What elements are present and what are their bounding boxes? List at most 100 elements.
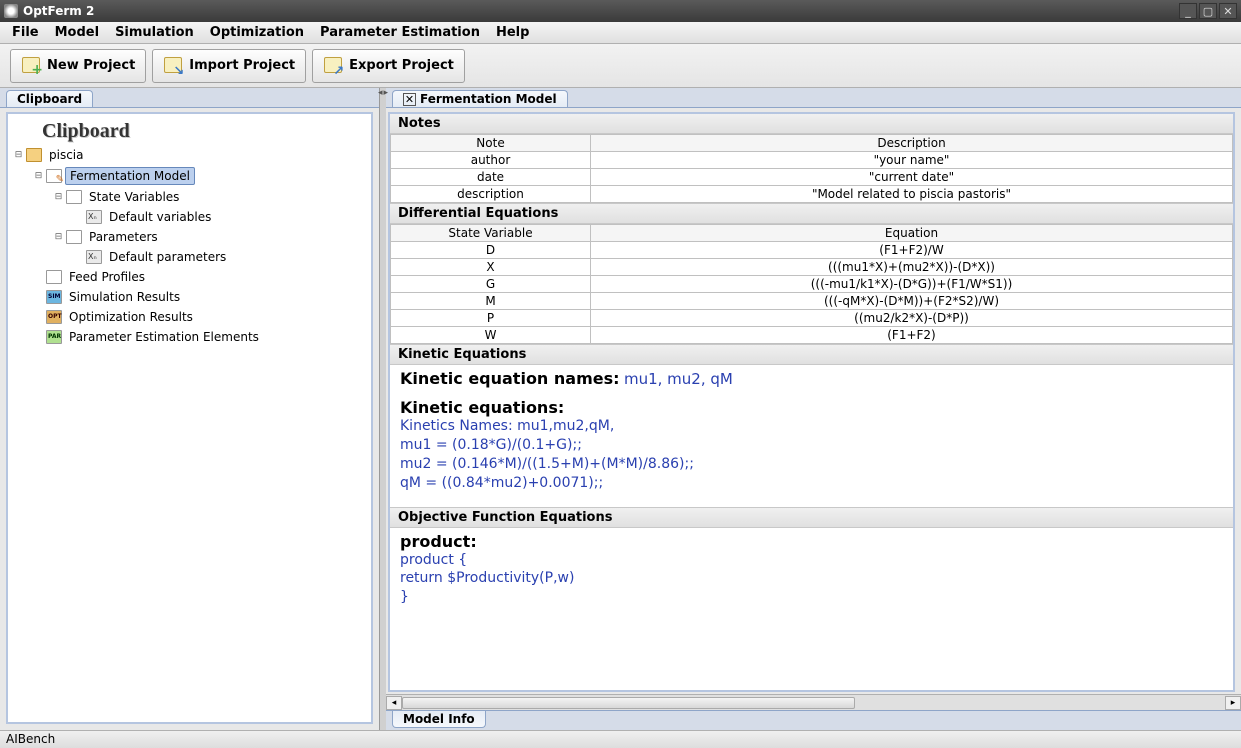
new-project-icon <box>21 56 41 76</box>
menubar: File Model Simulation Optimization Param… <box>0 22 1241 44</box>
table-row[interactable]: description "Model related to piscia pas… <box>391 186 1233 203</box>
tree-state-variables[interactable]: ⊟ State Variables <box>54 187 365 207</box>
model-icon <box>46 169 62 183</box>
table-row[interactable]: M(((-qM*X)-(D*M))+(F2*S2)/W) <box>391 293 1233 310</box>
toggle-icon[interactable]: ⊟ <box>34 172 43 181</box>
clipboard-heading: Clipboard <box>14 118 365 145</box>
section-diffeq-header: Differential Equations <box>390 203 1233 224</box>
tree-default-parameters-label[interactable]: Default parameters <box>105 249 230 265</box>
notes-cell-desc: "your name" <box>591 152 1233 169</box>
tree-panel[interactable]: Clipboard ⊟ piscia ⊟ Fermentation Model <box>6 112 373 724</box>
table-row[interactable]: P((mu2/k2*X)-(D*P)) <box>391 310 1233 327</box>
tab-clipboard[interactable]: Clipboard <box>6 90 93 107</box>
kinetic-line: Kinetics Names: mu1,mu2,qM, <box>400 417 1223 436</box>
diffeq-var: P <box>391 310 591 327</box>
folder-icon <box>26 148 42 162</box>
par-icon <box>46 330 62 344</box>
tree-optimization-results[interactable]: Optimization Results <box>34 307 365 327</box>
tree-optimization-results-label[interactable]: Optimization Results <box>65 309 197 325</box>
export-project-label: Export Project <box>349 58 454 73</box>
notes-cell-desc: "current date" <box>591 169 1233 186</box>
diffeq-eq: (F1+F2) <box>591 327 1233 344</box>
bottom-tab-strip: Model Info <box>386 710 1241 730</box>
diffeq-var: D <box>391 242 591 259</box>
vertical-splitter[interactable] <box>380 88 386 730</box>
menu-help[interactable]: Help <box>488 23 537 42</box>
tree-state-variables-label[interactable]: State Variables <box>85 189 183 205</box>
diffeq-eq: (((-mu1/k1*X)-(D*G))+(F1/W*S1)) <box>591 276 1233 293</box>
diffeq-table: State Variable Equation D(F1+F2)/W X(((m… <box>390 224 1233 344</box>
menu-simulation[interactable]: Simulation <box>107 23 202 42</box>
objective-label: product: <box>400 532 1223 551</box>
scroll-track[interactable] <box>402 696 1225 710</box>
objective-body: product: product { return $Productivity(… <box>390 528 1233 622</box>
table-row[interactable]: D(F1+F2)/W <box>391 242 1233 259</box>
status-text: AIBench <box>6 732 55 746</box>
tree-fermentation-model-label[interactable]: Fermentation Model <box>65 167 195 185</box>
tree-project-label[interactable]: piscia <box>45 147 88 163</box>
table-row[interactable]: date "current date" <box>391 169 1233 186</box>
menu-model[interactable]: Model <box>47 23 107 42</box>
kinetic-names: mu1, mu2, qM <box>624 370 733 388</box>
tree-default-variables-label[interactable]: Default variables <box>105 209 215 225</box>
new-project-label: New Project <box>47 58 135 73</box>
kinetic-line: mu1 = (0.18*G)/(0.1+G);; <box>400 436 1223 455</box>
import-project-button[interactable]: Import Project <box>152 49 306 83</box>
vars-icon <box>86 250 102 264</box>
doc-icon <box>66 190 82 204</box>
spacer <box>74 253 83 262</box>
export-project-button[interactable]: Export Project <box>312 49 465 83</box>
table-row[interactable]: G(((-mu1/k1*X)-(D*G))+(F1/W*S1)) <box>391 276 1233 293</box>
toggle-icon[interactable]: ⊟ <box>14 151 23 160</box>
app-icon <box>4 4 18 18</box>
tree-feed-profiles-label[interactable]: Feed Profiles <box>65 269 149 285</box>
section-kinetic-header: Kinetic Equations <box>390 344 1233 365</box>
tree-simulation-results-label[interactable]: Simulation Results <box>65 289 184 305</box>
table-row[interactable]: W(F1+F2) <box>391 327 1233 344</box>
tree-simulation-results[interactable]: Simulation Results <box>34 287 365 307</box>
menu-optimization[interactable]: Optimization <box>202 23 312 42</box>
minimize-button[interactable]: _ <box>1179 3 1197 19</box>
horizontal-scrollbar[interactable]: ◂ ▸ <box>386 694 1241 710</box>
diffeq-var: G <box>391 276 591 293</box>
diffeq-var: X <box>391 259 591 276</box>
titlebar: OptFerm 2 _ ▢ ✕ <box>0 0 1241 22</box>
tree-fermentation-model[interactable]: ⊟ Fermentation Model <box>34 165 365 187</box>
import-project-label: Import Project <box>189 58 295 73</box>
table-row[interactable]: X(((mu1*X)+(mu2*X))-(D*X)) <box>391 259 1233 276</box>
scroll-left-icon[interactable]: ◂ <box>386 696 402 710</box>
scroll-right-icon[interactable]: ▸ <box>1225 696 1241 710</box>
menu-parameter-estimation[interactable]: Parameter Estimation <box>312 23 488 42</box>
kinetic-line: mu2 = (0.146*M)/((1.5+M)+(M*M)/8.86);; <box>400 455 1223 474</box>
sim-icon <box>46 290 62 304</box>
tab-fermentation-model[interactable]: ✕ Fermentation Model <box>392 90 568 107</box>
menu-file[interactable]: File <box>4 23 47 42</box>
spacer <box>34 273 43 282</box>
kinetic-eq-label: Kinetic equations: <box>400 398 1223 417</box>
tree-parameters-label[interactable]: Parameters <box>85 229 162 245</box>
notes-cell-note: description <box>391 186 591 203</box>
close-button[interactable]: ✕ <box>1219 3 1237 19</box>
tree-parameter-estimation-elements-label[interactable]: Parameter Estimation Elements <box>65 329 263 345</box>
spacer <box>34 313 43 322</box>
new-project-button[interactable]: New Project <box>10 49 146 83</box>
table-row[interactable]: author "your name" <box>391 152 1233 169</box>
toggle-icon[interactable]: ⊟ <box>54 193 63 202</box>
diffeq-eq: ((mu2/k2*X)-(D*P)) <box>591 310 1233 327</box>
tab-close-icon[interactable]: ✕ <box>403 93 416 106</box>
tree-parameter-estimation-elements[interactable]: Parameter Estimation Elements <box>34 327 365 347</box>
objective-line: product { <box>400 551 1223 570</box>
toggle-icon[interactable]: ⊟ <box>54 233 63 242</box>
maximize-button[interactable]: ▢ <box>1199 3 1217 19</box>
tree-parameters[interactable]: ⊟ Parameters <box>54 227 365 247</box>
right-panel: ✕ Fermentation Model Notes Note Descript… <box>386 88 1241 730</box>
kinetic-names-label: Kinetic equation names: <box>400 369 620 388</box>
scroll-thumb[interactable] <box>402 697 855 709</box>
statusbar: AIBench <box>0 730 1241 748</box>
tree-feed-profiles[interactable]: Feed Profiles <box>34 267 365 287</box>
tab-model-info[interactable]: Model Info <box>392 711 486 728</box>
tree-default-variables[interactable]: Default variables <box>74 207 365 227</box>
tree-project[interactable]: ⊟ piscia <box>14 145 365 165</box>
export-project-icon <box>323 56 343 76</box>
tree-default-parameters[interactable]: Default parameters <box>74 247 365 267</box>
